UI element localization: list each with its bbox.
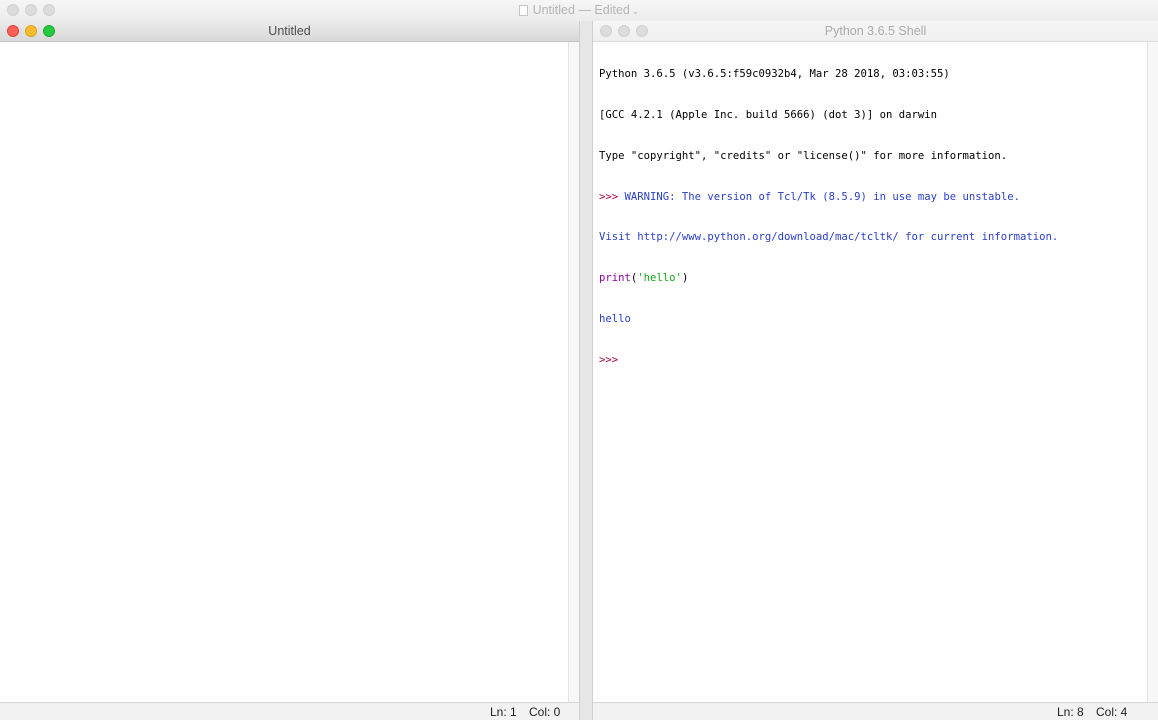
shell-line: print('hello') [599, 272, 1144, 286]
chevron-down-icon[interactable]: ⌄ [632, 6, 640, 16]
shell-scrollbar[interactable] [1147, 42, 1158, 703]
background-window-titlebar: Untitled — Edited ⌄ [0, 0, 1158, 22]
editor-text-area[interactable] [0, 42, 569, 703]
shell-output-line: hello [599, 312, 631, 325]
builtin-keyword: print [599, 272, 631, 285]
line-indicator: Ln: 1 [490, 705, 517, 719]
shell-line: >>> WARNING: The version of Tcl/Tk (8.5.… [599, 191, 1144, 205]
shell-prompt: >>> [599, 353, 625, 366]
shell-output[interactable]: Python 3.6.5 (v3.6.5:f59c0932b4, Mar 28 … [599, 41, 1144, 394]
shell-line: Visit http://www.python.org/download/mac… [599, 231, 1059, 244]
shell-titlebar: Python 3.6.5 Shell [593, 21, 1158, 42]
paren-close: ) [681, 272, 689, 285]
edited-label: — Edited [578, 3, 630, 17]
editor-status-bar: Ln: 1 Col: 0 [0, 702, 579, 720]
shell-line: Python 3.6.5 (v3.6.5:f59c0932b4, Mar 28 … [599, 68, 950, 81]
string-literal: 'hello' [637, 272, 682, 285]
shell-line: >>> [599, 354, 1144, 368]
shell-line: Type "copyright", "credits" or "license(… [599, 149, 1008, 162]
background-window-title-text: Untitled [532, 3, 575, 17]
window-gap [580, 21, 592, 720]
editor-titlebar: Untitled [0, 21, 579, 42]
column-indicator: Col: 4 [1096, 705, 1128, 719]
shell-window: Python 3.6.5 Shell Python 3.6.5 (v3.6.5:… [592, 21, 1158, 720]
editor-title: Untitled [268, 24, 311, 38]
shell-status-bar: Ln: 8 Col: 4 [593, 702, 1158, 720]
background-window-title[interactable]: Untitled — Edited ⌄ [0, 3, 1158, 17]
editor-window: Untitled Ln: 1 Col: 0 [0, 21, 580, 720]
warning-text: WARNING: The version of Tcl/Tk (8.5.9) i… [624, 190, 1020, 203]
editor-scrollbar[interactable] [568, 42, 579, 703]
line-indicator: Ln: 8 [1057, 705, 1084, 719]
column-indicator: Col: 0 [529, 705, 561, 719]
shell-prompt: >>> [599, 190, 625, 203]
document-icon [518, 5, 528, 16]
shell-line: [GCC 4.2.1 (Apple Inc. build 5666) (dot … [599, 108, 938, 121]
shell-title: Python 3.6.5 Shell [824, 24, 927, 38]
